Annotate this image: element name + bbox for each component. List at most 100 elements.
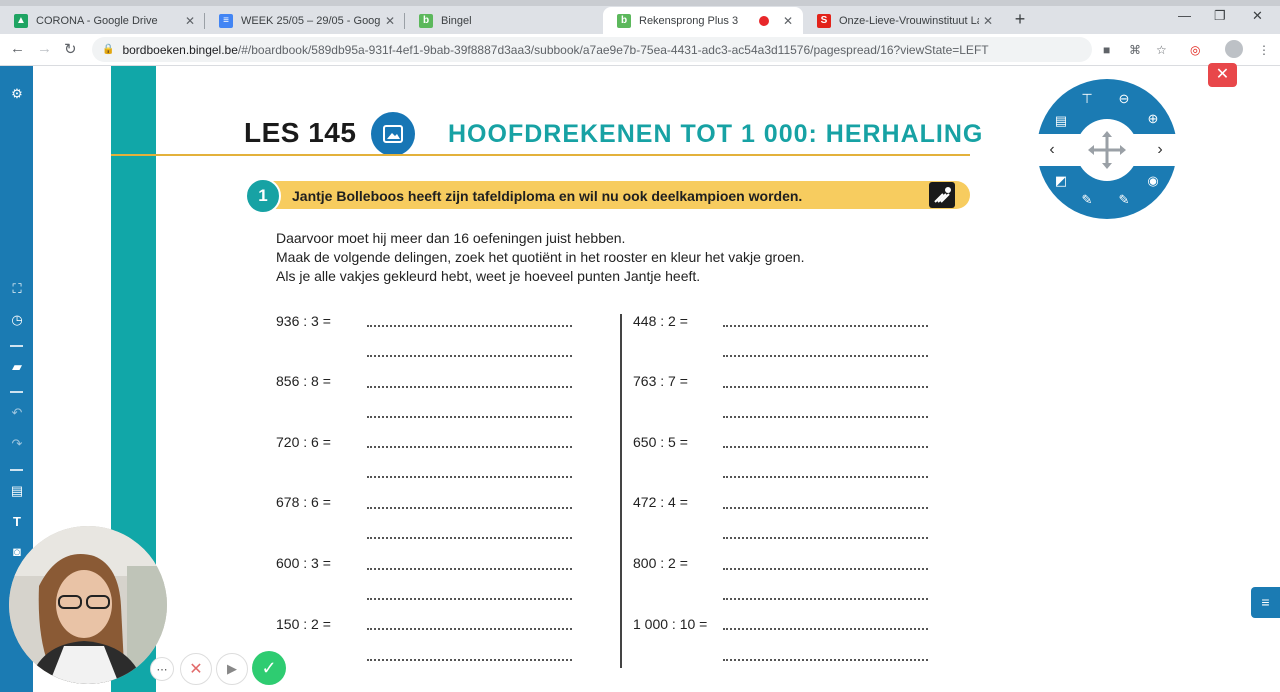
answer-line[interactable] — [367, 658, 572, 661]
answer-line[interactable] — [367, 597, 572, 600]
new-tab-icon[interactable]: + — [1010, 9, 1030, 29]
document-icon[interactable]: ▤ — [8, 482, 26, 500]
smartschool-icon: S — [817, 13, 831, 28]
tab-title: CORONA - Google Drive — [36, 14, 158, 27]
answer-line[interactable] — [367, 475, 572, 478]
tab-title: Rekensprong Plus 3 — [639, 14, 739, 27]
exercise-question: 763 : 7 = — [633, 373, 688, 389]
answer-line[interactable] — [723, 354, 928, 357]
answer-line[interactable] — [367, 567, 572, 570]
lesson-title: HOOFDREKENEN TOT 1 000: HERHALING — [448, 120, 984, 148]
window-top-border — [0, 0, 1280, 6]
answer-line[interactable] — [367, 354, 572, 357]
timer-icon[interactable]: ◷ — [8, 311, 26, 329]
next-page-icon[interactable]: › — [1151, 141, 1169, 159]
url-host: bordboeken.bingel.be — [122, 42, 238, 57]
close-button[interactable]: ✕ — [1208, 63, 1237, 87]
tab-close-icon[interactable]: ✕ — [979, 14, 997, 28]
sitemap-icon[interactable]: ⊤ — [1078, 90, 1096, 108]
pause-resume-icon[interactable]: ▶ — [216, 653, 248, 685]
highlighter-icon[interactable]: ✎ — [1115, 191, 1133, 209]
undo-icon[interactable]: ↶ — [8, 404, 26, 422]
finish-recording-icon[interactable]: ✓ — [252, 651, 286, 685]
bingel-icon: b — [617, 13, 631, 28]
window-close-icon[interactable]: ✕ — [1252, 8, 1263, 24]
url-path: /#/boardbook/589db95a-931f-4ef1-9bab-39f… — [237, 42, 989, 57]
google-drive-icon: ▲ — [14, 13, 28, 28]
redo-icon[interactable]: ↷ — [8, 435, 26, 453]
text-tool-icon[interactable]: T — [8, 513, 26, 531]
more-options-icon[interactable]: ⋯ — [150, 657, 174, 681]
answer-line[interactable] — [723, 536, 928, 539]
tab-title: Bingel — [441, 14, 472, 27]
back-icon[interactable]: ← — [10, 40, 25, 57]
answer-line[interactable] — [723, 658, 928, 661]
address-bar[interactable]: 🔒 bordboeken.bingel.be/#/boardbook/589db… — [92, 37, 1092, 62]
answer-line[interactable] — [367, 627, 572, 630]
minimize-icon[interactable]: — — [1178, 8, 1191, 23]
show-answers-icon[interactable]: ▤ — [1052, 112, 1070, 130]
move-arrows-icon — [1088, 131, 1126, 169]
hamburger-menu-icon[interactable]: ≡ — [1251, 587, 1280, 618]
tab-corona-drive[interactable]: ▲ CORONA - Google Drive ✕ — [0, 7, 205, 34]
webcam-person-image — [9, 526, 167, 684]
tab-close-icon[interactable]: ✕ — [779, 14, 797, 28]
tab-week-docs[interactable]: ≡ WEEK 25/05 – 29/05 - Google Do ✕ — [205, 7, 405, 34]
answer-line[interactable] — [367, 536, 572, 539]
tab-olvi[interactable]: S Onze-Lieve-Vrouwinstituut Lager ✕ — [803, 7, 1003, 34]
recording-icon — [759, 15, 769, 26]
url-text: bordboeken.bingel.be/#/boardbook/589db95… — [122, 43, 988, 57]
column-divider — [620, 314, 622, 668]
pen-icon[interactable]: ✎ — [1078, 191, 1096, 209]
answer-line[interactable] — [723, 415, 928, 418]
google-docs-icon: ≡ — [219, 13, 233, 28]
answer-line[interactable] — [723, 385, 928, 388]
reload-icon[interactable]: ↻ — [64, 40, 77, 58]
rocket-icon — [929, 182, 955, 208]
exercise-question: 150 : 2 = — [276, 616, 331, 632]
answer-line[interactable] — [723, 627, 928, 630]
settings-gear-icon[interactable]: ⚙ — [8, 85, 26, 103]
tab-close-icon[interactable]: ✕ — [381, 14, 399, 28]
menu-kebab-icon[interactable]: ⋮ — [1258, 43, 1270, 57]
tab-bingel[interactable]: b Bingel — [405, 7, 603, 34]
exercise-number: 1 — [245, 178, 281, 214]
cancel-recording-icon[interactable]: ✕ — [180, 653, 212, 685]
answer-line[interactable] — [723, 597, 928, 600]
answer-line[interactable] — [723, 445, 928, 448]
image-icon[interactable] — [371, 112, 415, 156]
instruction-line: Daarvoor moet hij meer dan 16 oefeningen… — [276, 230, 626, 246]
bookmark-star-icon[interactable]: ☆ — [1156, 43, 1167, 57]
exercise-question: 936 : 3 = — [276, 313, 331, 329]
eraser-icon[interactable]: ◩ — [1052, 172, 1070, 190]
move-handle[interactable] — [1076, 119, 1138, 181]
lesson-label: LES 145 — [244, 117, 357, 148]
answer-line[interactable] — [723, 567, 928, 570]
translate-icon[interactable]: ⌘ — [1129, 43, 1141, 57]
camera-icon[interactable]: ■ — [1103, 43, 1110, 57]
zoom-out-icon[interactable]: ⊖ — [1115, 90, 1133, 108]
hide-answers-icon[interactable]: ◉ — [1144, 172, 1162, 190]
tab-close-icon[interactable]: ✕ — [181, 14, 199, 28]
answer-line[interactable] — [723, 475, 928, 478]
tab-strip: ▲ CORONA - Google Drive ✕ ≡ WEEK 25/05 –… — [0, 0, 1280, 34]
folder-icon[interactable]: ▰ — [8, 358, 26, 376]
extension-icon[interactable]: ◎ — [1190, 43, 1200, 57]
answer-line[interactable] — [367, 506, 572, 509]
exercise-question: 800 : 2 = — [633, 555, 688, 571]
answer-line[interactable] — [367, 385, 572, 388]
tab-title: WEEK 25/05 – 29/05 - Google Do — [241, 14, 381, 27]
answer-line[interactable] — [367, 445, 572, 448]
fullscreen-icon[interactable]: ⛶ — [8, 280, 26, 298]
header-divider — [111, 154, 970, 156]
answer-line[interactable] — [723, 506, 928, 509]
tab-rekensprong[interactable]: b Rekensprong Plus 3 ✕ — [603, 7, 803, 34]
zoom-in-icon[interactable]: ⊕ — [1144, 110, 1162, 128]
answer-line[interactable] — [723, 324, 928, 327]
answer-line[interactable] — [367, 324, 572, 327]
profile-avatar[interactable] — [1225, 40, 1243, 58]
forward-icon[interactable]: → — [37, 40, 52, 57]
answer-line[interactable] — [367, 415, 572, 418]
previous-page-icon[interactable]: ‹ — [1043, 141, 1061, 159]
restore-icon[interactable]: ❐ — [1214, 8, 1226, 24]
